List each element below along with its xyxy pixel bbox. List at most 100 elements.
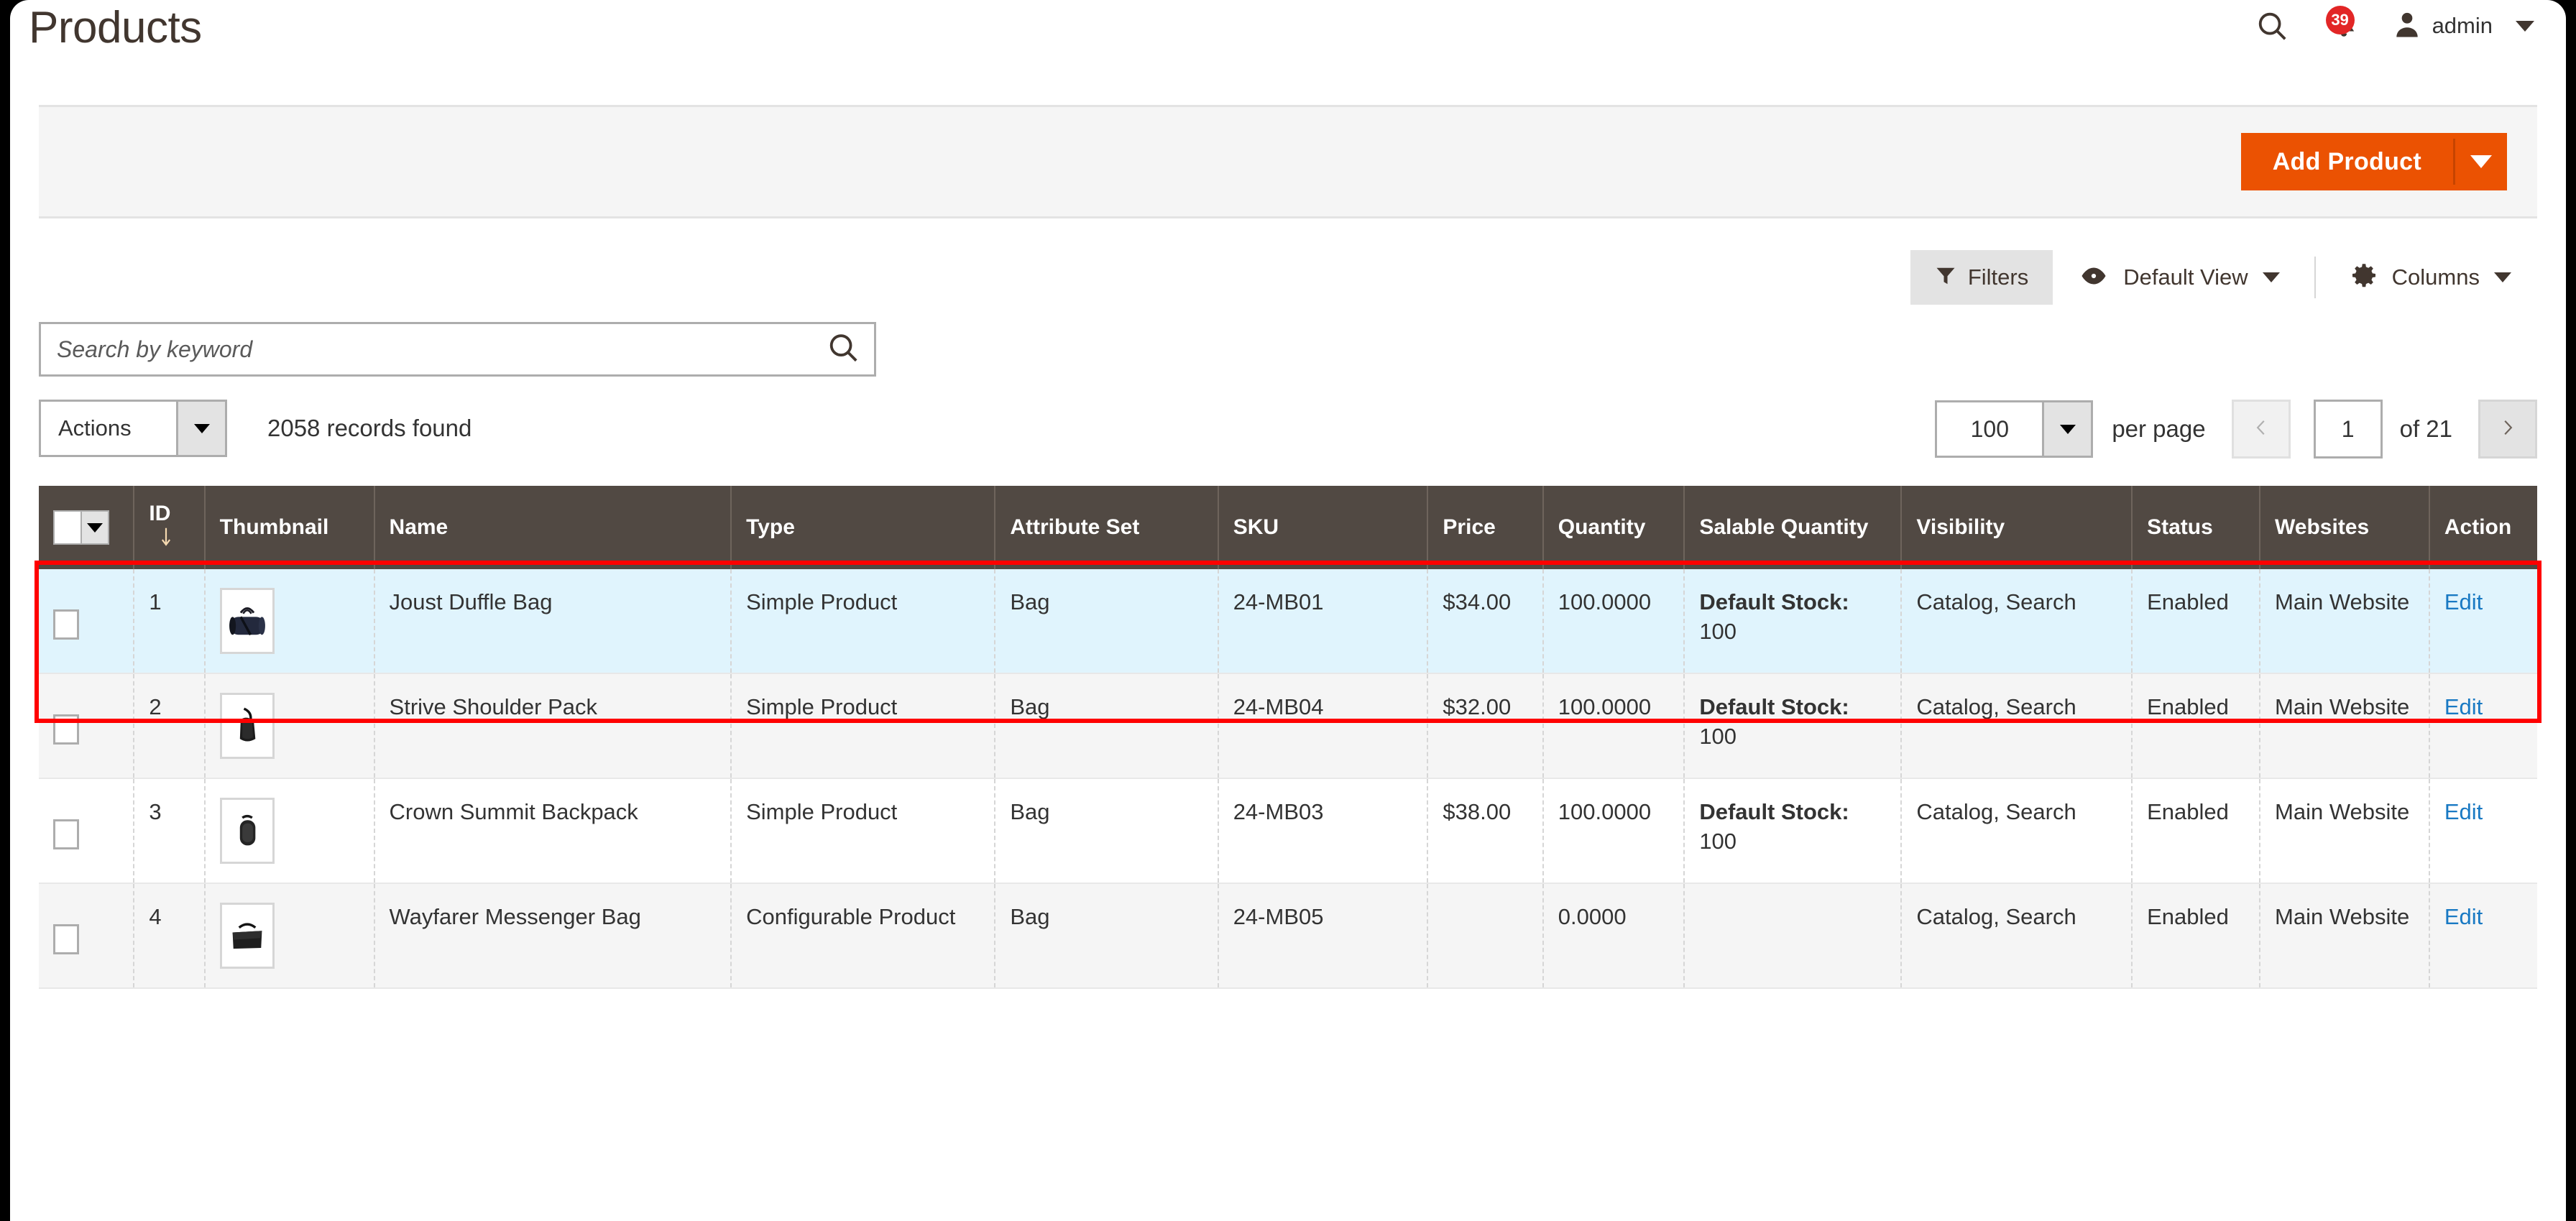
gear-icon bbox=[2350, 262, 2378, 293]
cell-type: Simple Product bbox=[731, 778, 996, 883]
cell-sku: 24-MB03 bbox=[1218, 778, 1429, 883]
actions-pager-row: Actions 2058 records found 100 per page bbox=[39, 400, 2537, 459]
cell-sku: 24-MB05 bbox=[1218, 883, 1429, 988]
product-thumbnail bbox=[219, 798, 275, 864]
default-view-selector[interactable]: Default View bbox=[2053, 250, 2305, 305]
cell-attribute-set: Bag bbox=[995, 569, 1219, 673]
keyword-search-box[interactable] bbox=[39, 322, 876, 377]
user-menu-button[interactable]: admin bbox=[2379, 9, 2534, 44]
page-number-input[interactable] bbox=[2313, 400, 2383, 459]
row-select-cell[interactable] bbox=[39, 883, 135, 988]
cell-action[interactable]: Edit bbox=[2429, 673, 2537, 778]
row-checkbox[interactable] bbox=[53, 924, 79, 954]
per-page-dropdown[interactable]: 100 bbox=[1935, 400, 2094, 458]
columns-selector[interactable]: Columns bbox=[2324, 250, 2537, 305]
cell-action[interactable]: Edit bbox=[2429, 569, 2537, 673]
cell-attribute-set: Bag bbox=[995, 673, 1219, 778]
default-view-label: Default View bbox=[2123, 264, 2248, 290]
row-select-cell[interactable] bbox=[39, 778, 135, 883]
row-checkbox[interactable] bbox=[53, 819, 79, 849]
cell-action[interactable]: Edit bbox=[2429, 883, 2537, 988]
table-row[interactable]: 4 Wayfarer Messenger Bag Configurable Pr… bbox=[39, 883, 2537, 988]
pagination-controls: 100 per page of 21 bbox=[1935, 400, 2537, 459]
cell-websites: Main Website bbox=[2260, 569, 2430, 673]
table-row[interactable]: 3 Crown Summit Backpack Simple Product B… bbox=[39, 778, 2537, 883]
row-select-cell[interactable] bbox=[39, 569, 135, 673]
select-all-checkbox[interactable] bbox=[55, 512, 80, 543]
notification-badge: 39 bbox=[2325, 5, 2355, 34]
joust-duffle-bag-thumbnail bbox=[229, 607, 265, 636]
cell-visibility: Catalog, Search bbox=[1901, 569, 2133, 673]
admin-page: Products 39 admin Add Product Filters De… bbox=[10, 0, 2566, 1221]
cell-id: 2 bbox=[134, 673, 206, 778]
column-header-salable-quantity[interactable]: Salable Quantity bbox=[1684, 486, 1903, 569]
cell-action[interactable]: Edit bbox=[2429, 778, 2537, 883]
add-product-dropdown-toggle[interactable] bbox=[2455, 133, 2507, 190]
columns-label: Columns bbox=[2391, 264, 2480, 290]
column-header-visibility[interactable]: Visibility bbox=[1901, 486, 2133, 569]
column-header-id[interactable]: ID bbox=[134, 486, 206, 569]
filters-button[interactable]: Filters bbox=[1910, 250, 2053, 305]
add-product-split-button[interactable]: Add Product bbox=[2240, 133, 2507, 190]
column-header-thumbnail[interactable]: Thumbnail bbox=[204, 486, 375, 569]
cell-attribute-set: Bag bbox=[995, 778, 1219, 883]
column-header-name[interactable]: Name bbox=[374, 486, 732, 569]
search-submit-icon[interactable] bbox=[827, 331, 860, 368]
chevron-down-icon bbox=[2262, 272, 2280, 282]
cell-thumbnail bbox=[204, 569, 375, 673]
per-page-dropdown-toggle[interactable] bbox=[2042, 402, 2092, 456]
page-title: Products bbox=[29, 3, 202, 52]
table-row[interactable]: 1 Joust Duffle Bag Simple Product Bag 24… bbox=[39, 569, 2537, 673]
cell-thumbnail bbox=[204, 883, 375, 988]
search-input[interactable] bbox=[57, 336, 858, 363]
cell-quantity: 100.0000 bbox=[1542, 778, 1685, 883]
next-page-button[interactable] bbox=[2478, 400, 2537, 459]
actions-label: Actions bbox=[58, 415, 132, 441]
cell-visibility: Catalog, Search bbox=[1901, 778, 2133, 883]
chevron-right-icon bbox=[2498, 413, 2517, 446]
header-actions: 39 admin bbox=[2235, 3, 2534, 49]
page-actions-bar: Add Product bbox=[39, 105, 2537, 218]
strive-shoulder-pack-thumbnail bbox=[239, 707, 256, 742]
chevron-down-icon bbox=[2494, 272, 2511, 282]
column-header-websites[interactable]: Websites bbox=[2260, 486, 2430, 569]
eye-icon bbox=[2079, 264, 2109, 292]
cell-thumbnail bbox=[204, 778, 375, 883]
edit-link[interactable]: Edit bbox=[2444, 694, 2483, 719]
column-header-price[interactable]: Price bbox=[1427, 486, 1544, 569]
table-body: 1 Joust Duffle Bag Simple Product Bag 24… bbox=[39, 569, 2537, 988]
previous-page-button[interactable] bbox=[2231, 400, 2291, 459]
actions-dropdown-toggle[interactable] bbox=[176, 402, 225, 455]
per-page-value: 100 bbox=[1970, 415, 2009, 442]
row-checkbox[interactable] bbox=[53, 609, 79, 640]
cell-price: $34.00 bbox=[1427, 569, 1544, 673]
column-header-status[interactable]: Status bbox=[2132, 486, 2261, 569]
select-all-dropdown-toggle[interactable] bbox=[80, 512, 108, 543]
column-header-sku[interactable]: SKU bbox=[1218, 486, 1429, 569]
column-header-quantity[interactable]: Quantity bbox=[1542, 486, 1685, 569]
global-search-button[interactable] bbox=[2235, 3, 2309, 49]
column-select-all[interactable] bbox=[39, 486, 135, 569]
edit-link[interactable]: Edit bbox=[2444, 904, 2483, 929]
table-row[interactable]: 2 Strive Shoulder Pack Simple Product Ba… bbox=[39, 673, 2537, 778]
add-product-button[interactable]: Add Product bbox=[2241, 133, 2453, 190]
edit-link[interactable]: Edit bbox=[2444, 799, 2483, 824]
records-found-count: 2058 records found bbox=[267, 415, 472, 441]
column-header-attribute-set[interactable]: Attribute Set bbox=[995, 486, 1219, 569]
row-select-cell[interactable] bbox=[39, 673, 135, 778]
chevron-down-icon bbox=[2470, 155, 2492, 168]
cell-name: Wayfarer Messenger Bag bbox=[374, 883, 732, 988]
cell-salable-quantity: Default Stock: 100 bbox=[1684, 569, 1903, 673]
select-all-checkbox-dropdown[interactable] bbox=[53, 510, 109, 545]
cell-id: 1 bbox=[134, 569, 206, 673]
grid-controls: Filters Default View Columns bbox=[39, 250, 2537, 305]
actions-dropdown[interactable]: Actions bbox=[39, 400, 227, 457]
row-checkbox[interactable] bbox=[53, 714, 79, 745]
cell-status: Enabled bbox=[2132, 673, 2261, 778]
notifications-button[interactable]: 39 bbox=[2309, 3, 2379, 49]
column-header-type[interactable]: Type bbox=[731, 486, 996, 569]
table-header-row: ID Thumbnail Name Type Attribute Set SKU… bbox=[39, 486, 2537, 569]
edit-link[interactable]: Edit bbox=[2444, 589, 2483, 614]
cell-salable-quantity: Default Stock: 100 bbox=[1684, 778, 1903, 883]
products-table: ID Thumbnail Name Type Attribute Set SKU… bbox=[39, 486, 2537, 989]
